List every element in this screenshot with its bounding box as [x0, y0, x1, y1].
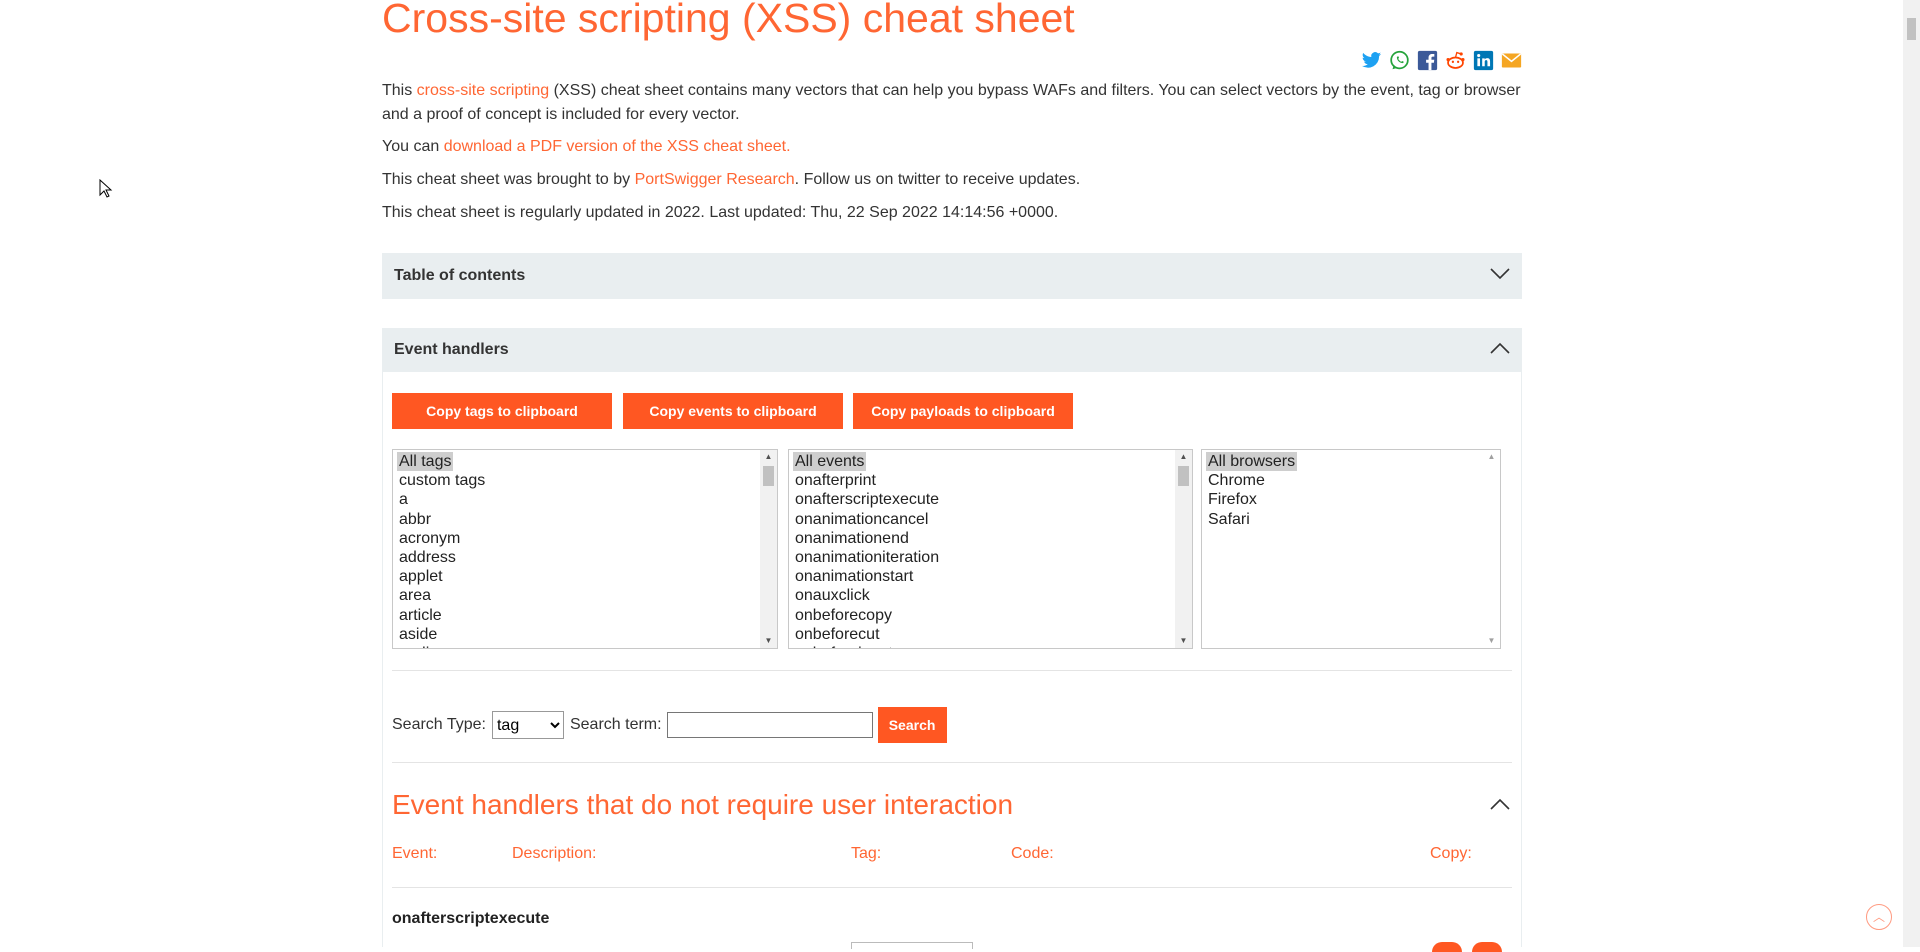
share-bar — [1361, 50, 1522, 71]
tag-option[interactable]: acronym — [397, 529, 773, 548]
copy-events-button[interactable]: Copy events to clipboard — [623, 393, 843, 429]
scroll-down-arrow-icon[interactable]: ▼ — [1175, 634, 1192, 648]
search-term-label: Search term: — [569, 716, 662, 733]
browsers-scrollbar[interactable]: ▲ ▼ — [1483, 450, 1500, 648]
divider — [392, 670, 1512, 671]
tags-listbox[interactable]: All tags custom tags a abbr acronym addr… — [392, 449, 778, 649]
search-row: Search Type: tag Search term: Search — [392, 707, 947, 743]
browsers-listbox[interactable]: All browsers Chrome Firefox Safari ▲ ▼ — [1201, 449, 1501, 649]
pdf-prefix: You can — [382, 138, 444, 155]
search-type-label: Search Type: — [392, 716, 486, 733]
browser-option[interactable]: All browsers — [1206, 452, 1298, 472]
scroll-up-arrow-icon[interactable]: ▲ — [760, 450, 777, 464]
updated-paragraph: This cheat sheet is regularly updated in… — [382, 204, 1059, 221]
portswigger-research-link[interactable]: PortSwigger Research — [635, 171, 795, 188]
event-option[interactable]: onafterscriptexecute — [793, 490, 1188, 509]
xss-link[interactable]: cross-site scripting — [417, 82, 549, 99]
intro-paragraph: This cross-site scripting (XSS) cheat sh… — [382, 79, 1522, 127]
column-header-tag: Tag: — [851, 845, 882, 862]
copy-button-partial[interactable] — [1432, 942, 1462, 952]
tag-select-partial[interactable] — [851, 942, 973, 949]
event-option[interactable]: onanimationcancel — [793, 510, 1188, 529]
scroll-down-arrow-icon[interactable]: ▼ — [760, 634, 777, 648]
chevron-up-icon[interactable] — [1490, 797, 1510, 815]
copy-button-partial[interactable] — [1472, 942, 1502, 952]
intro-suffix: (XSS) cheat sheet contains many vectors … — [382, 82, 1521, 123]
browser-option[interactable]: Safari — [1206, 510, 1496, 529]
chevron-down-icon — [1490, 267, 1510, 285]
intro-prefix: This — [382, 82, 417, 99]
section-title: Event handlers that do not require user … — [392, 789, 1014, 820]
mouse-cursor-icon — [99, 179, 113, 198]
page-title: Cross-site scripting (XSS) cheat sheet — [382, 0, 1075, 41]
tag-option[interactable]: address — [397, 548, 773, 567]
event-option[interactable]: All events — [793, 452, 867, 472]
tag-option[interactable]: abbr — [397, 510, 773, 529]
column-header-description: Description: — [512, 845, 597, 862]
tag-option[interactable]: audio — [397, 644, 773, 648]
event-option[interactable]: onauxclick — [793, 586, 1188, 605]
events-scrollbar[interactable]: ▲ ▼ — [1175, 450, 1192, 648]
copy-tags-button[interactable]: Copy tags to clipboard — [392, 393, 612, 429]
pdf-download-link[interactable]: download a PDF version of the XSS cheat … — [444, 138, 791, 155]
browser-option[interactable]: Chrome — [1206, 471, 1496, 490]
event-option[interactable]: onanimationend — [793, 529, 1188, 548]
toc-label: Table of contents — [394, 267, 526, 284]
divider — [392, 887, 1512, 888]
search-type-select[interactable]: tag — [491, 711, 564, 739]
reddit-icon[interactable] — [1445, 50, 1466, 71]
pdf-paragraph: You can download a PDF version of the XS… — [382, 135, 1522, 159]
scroll-thumb[interactable] — [763, 466, 774, 486]
event-name: onafterscriptexecute — [392, 910, 550, 927]
tag-option[interactable]: a — [397, 490, 773, 509]
twitter-icon[interactable] — [1361, 50, 1382, 71]
event-option[interactable]: onbeforecopy — [793, 606, 1188, 625]
scroll-up-arrow-icon[interactable]: ▲ — [1175, 450, 1192, 464]
tag-option[interactable]: aside — [397, 625, 773, 644]
event-handlers-panel-header[interactable]: Event handlers — [382, 328, 1522, 372]
page-scrollbar[interactable] — [1903, 0, 1920, 947]
toc-panel-header[interactable]: Table of contents — [382, 253, 1522, 299]
search-button[interactable]: Search — [877, 707, 947, 743]
column-header-code: Code: — [1011, 845, 1054, 862]
event-option[interactable]: onanimationstart — [793, 567, 1188, 586]
event-handlers-label: Event handlers — [394, 341, 509, 358]
brought-prefix: This cheat sheet was brought to by — [382, 171, 635, 188]
tag-option[interactable]: All tags — [397, 452, 454, 472]
column-header-event: Event: — [392, 845, 438, 862]
column-header-copy: Copy: — [1430, 845, 1472, 862]
linkedin-icon[interactable] — [1473, 50, 1494, 71]
tag-option[interactable]: area — [397, 586, 773, 605]
browser-option[interactable]: Firefox — [1206, 490, 1496, 509]
whatsapp-icon[interactable] — [1389, 50, 1410, 71]
divider — [392, 762, 1512, 763]
scroll-up-arrow-icon[interactable]: ▲ — [1483, 450, 1500, 464]
tag-option[interactable]: custom tags — [397, 471, 773, 490]
event-option[interactable]: onbeforeinput — [793, 644, 1188, 648]
event-option[interactable]: onbeforecut — [793, 625, 1188, 644]
scroll-down-arrow-icon[interactable]: ▼ — [1483, 634, 1500, 648]
facebook-icon[interactable] — [1417, 50, 1438, 71]
scroll-thumb[interactable] — [1178, 466, 1189, 486]
tag-option[interactable]: article — [397, 606, 773, 625]
copy-payloads-button[interactable]: Copy payloads to clipboard — [853, 393, 1073, 429]
scroll-thumb[interactable] — [1907, 18, 1916, 40]
event-option[interactable]: onanimationiteration — [793, 548, 1188, 567]
event-option[interactable]: onafterprint — [793, 471, 1188, 490]
tag-option[interactable]: applet — [397, 567, 773, 586]
brought-paragraph: This cheat sheet was brought to by PortS… — [382, 168, 1522, 192]
back-to-top-icon[interactable]: ︿ — [1866, 904, 1892, 930]
chevron-up-icon — [1490, 341, 1510, 359]
email-icon[interactable] — [1501, 50, 1522, 71]
search-term-input[interactable] — [666, 712, 873, 738]
brought-suffix: . Follow us on twitter to receive update… — [794, 171, 1081, 188]
tags-scrollbar[interactable]: ▲ ▼ — [760, 450, 777, 648]
events-listbox[interactable]: All events onafterprint onafterscriptexe… — [788, 449, 1193, 649]
